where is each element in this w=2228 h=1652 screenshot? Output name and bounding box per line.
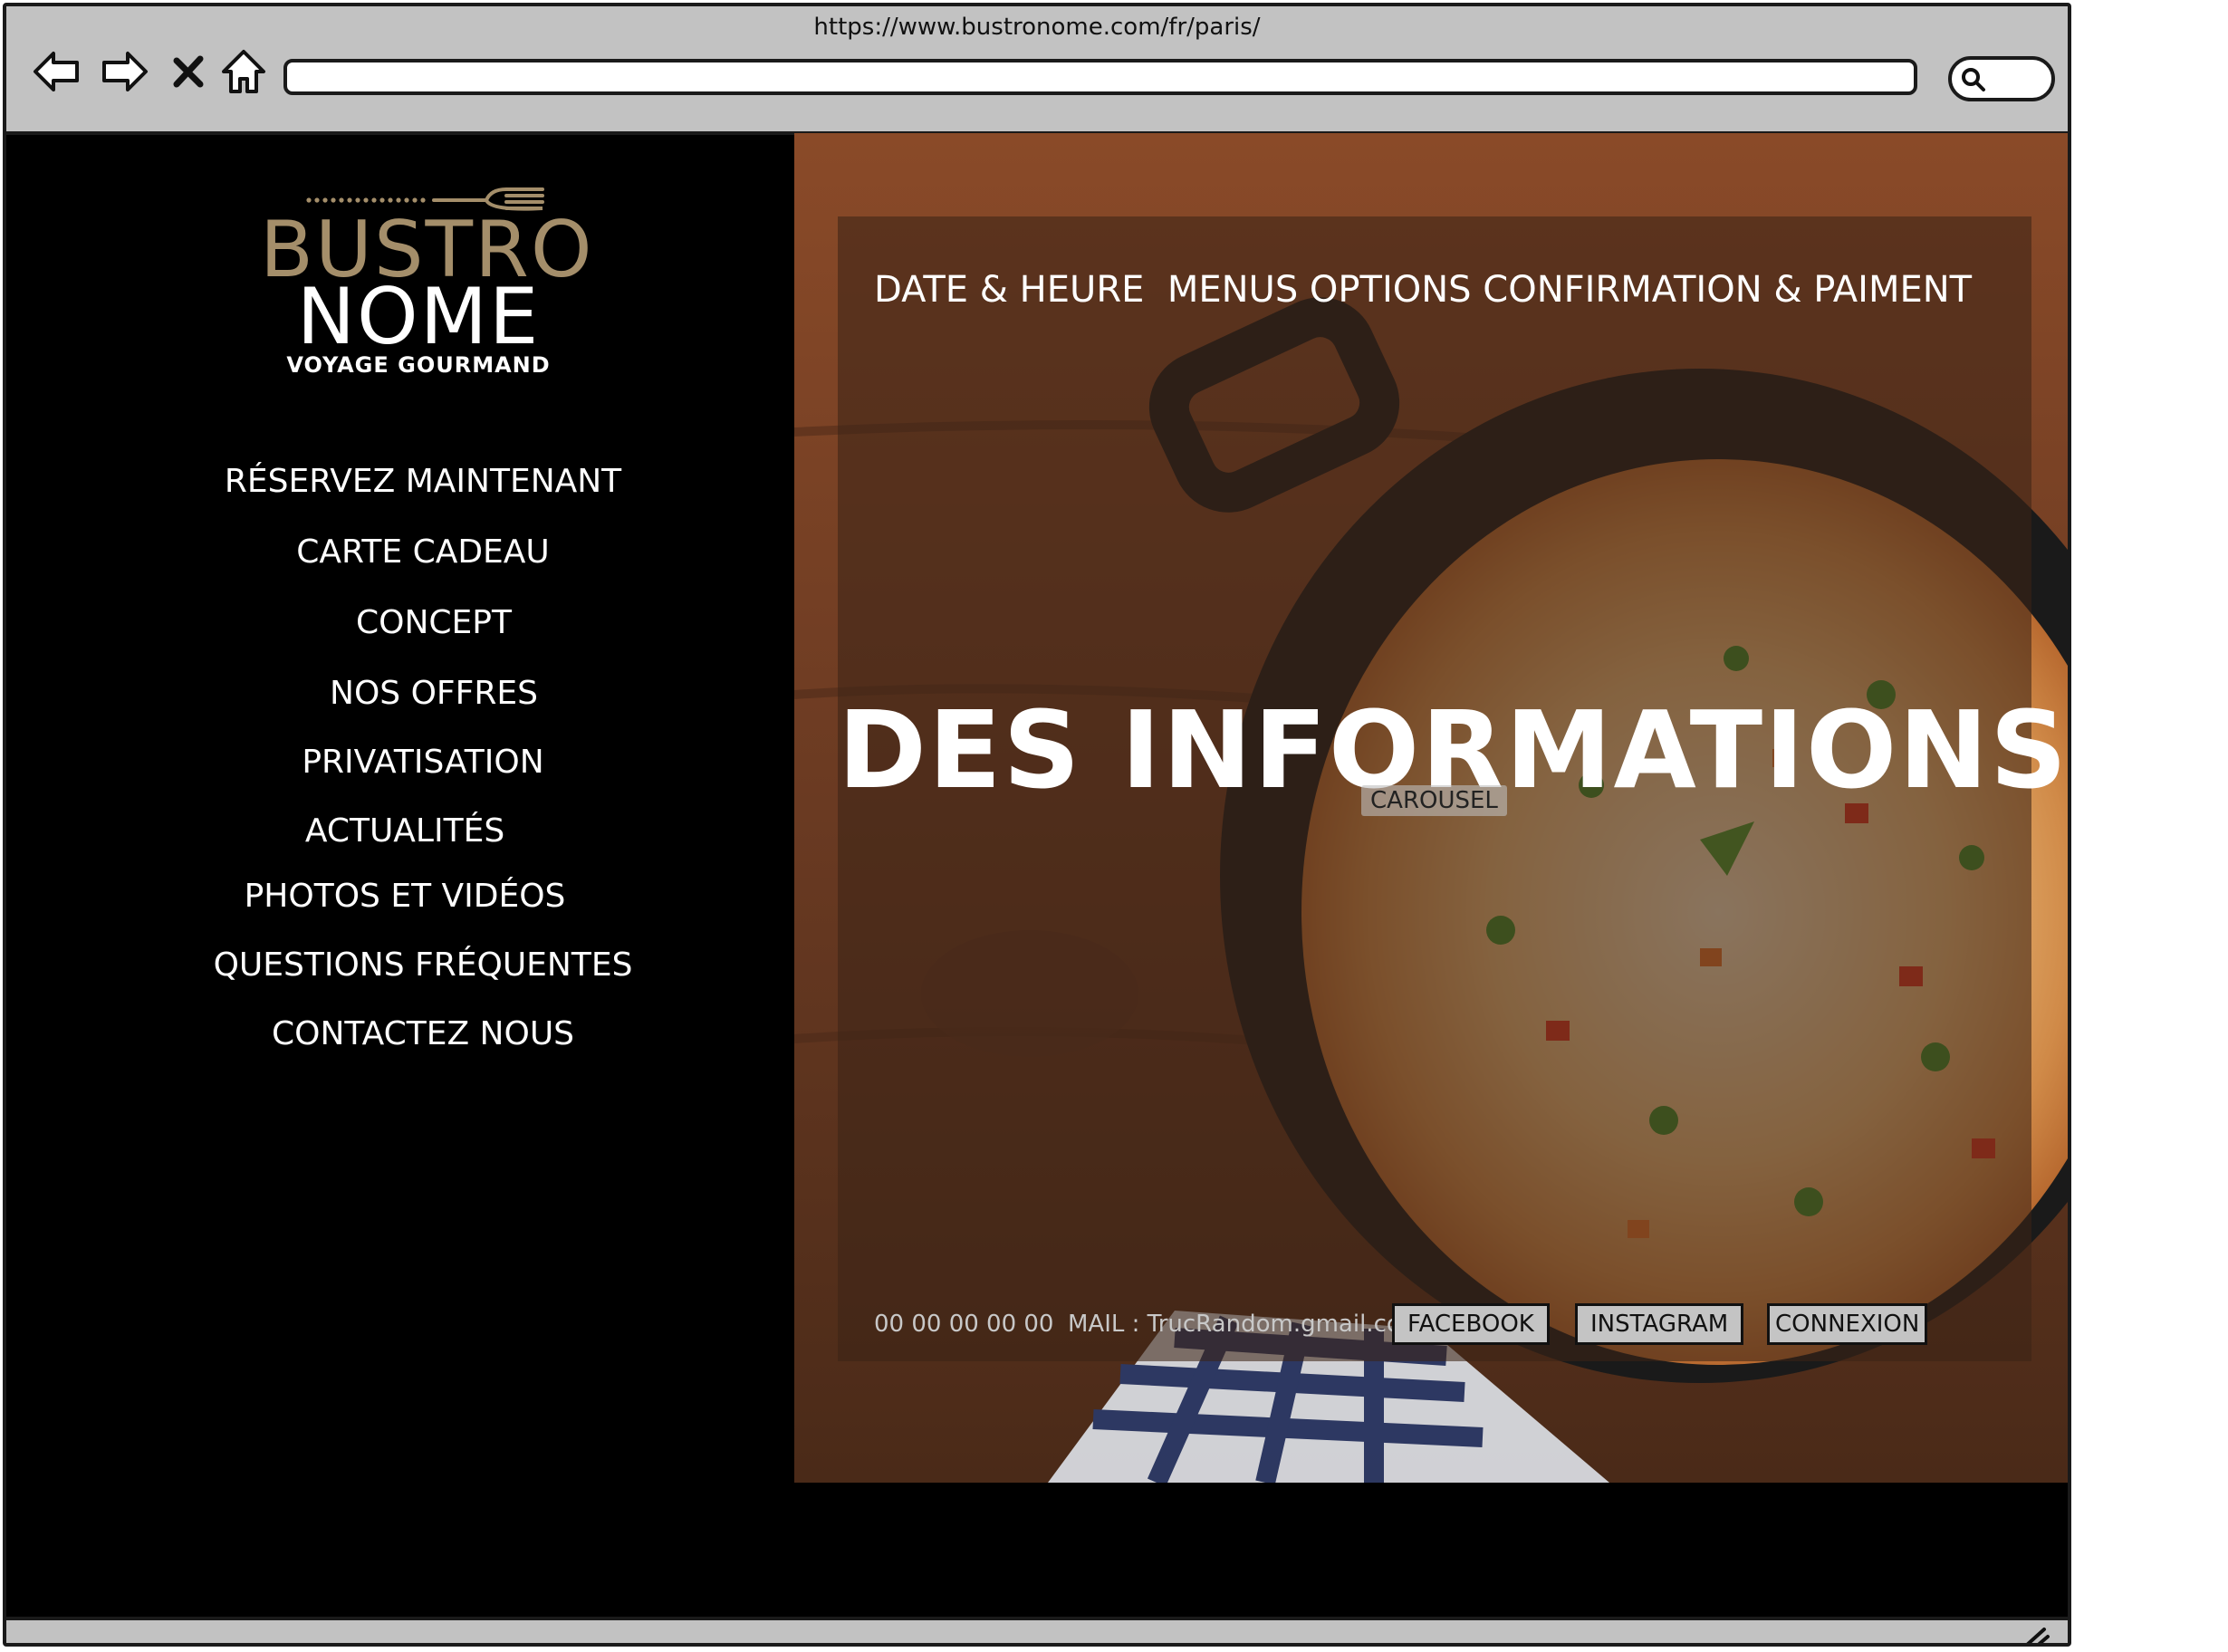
back-arrow-icon[interactable] — [30, 44, 84, 99]
menu-item-carte-cadeau[interactable]: CARTE CADEAU — [296, 533, 550, 571]
connexion-button[interactable]: CONNEXION — [1767, 1303, 1928, 1345]
logo-tagline: VOYAGE GOURMAND — [286, 352, 551, 378]
menu-item-photos-videos[interactable]: PHOTOS ET VIDÉOS — [245, 878, 566, 915]
facebook-button[interactable]: FACEBOOK — [1392, 1303, 1550, 1345]
mail-address: MAIL : TrucRandom.gmail.com — [1068, 1311, 1425, 1338]
menu-item-nos-offres[interactable]: NOS OFFRES — [330, 675, 538, 712]
booking-overlay: DATE & HEURE MENUS OPTIONS CONFIRMATION … — [838, 216, 2067, 1361]
browser-chrome: https://www.bustronome.com/fr/paris/ — [6, 6, 2068, 135]
menu-item-contactez[interactable]: CONTACTEZ NOUS — [272, 1015, 574, 1052]
status-bar — [6, 1617, 2068, 1647]
menu-item-privatisation[interactable]: PRIVATISATION — [302, 744, 543, 781]
close-icon[interactable] — [166, 44, 211, 99]
home-icon[interactable] — [216, 44, 271, 99]
sidebar: BUSTRO NOME VOYAGE GOURMAND RÉSERVEZ MAI… — [6, 135, 794, 1503]
step-options[interactable]: OPTIONS — [1310, 269, 1472, 311]
resize-grip-icon[interactable] — [2019, 1624, 2051, 1647]
logo[interactable]: BUSTRO NOME VOYAGE GOURMAND — [260, 180, 592, 389]
carousel-label: CAROUSEL — [1361, 785, 1507, 816]
step-menus[interactable]: MENUS — [1167, 269, 1298, 311]
url-display[interactable]: https://www.bustronome.com/fr/paris/ — [6, 14, 2068, 41]
step-confirmation[interactable]: CONFIRMATION & PAIMENT — [1483, 269, 1972, 311]
search-icon — [1962, 68, 1985, 91]
menu-item-questions[interactable]: QUESTIONS FRÉQUENTES — [214, 946, 633, 984]
menu-item-reservez[interactable]: RÉSERVEZ MAINTENANT — [225, 463, 621, 500]
browser-window: https://www.bustronome.com/fr/paris/ BUS… — [3, 3, 2071, 1647]
step-date-heure[interactable]: DATE & HEURE — [874, 269, 1144, 311]
forward-arrow-icon[interactable] — [97, 44, 151, 99]
hero-carousel[interactable]: DATE & HEURE MENUS OPTIONS CONFIRMATION … — [794, 133, 2068, 1483]
instagram-button[interactable]: INSTAGRAM — [1575, 1303, 1744, 1345]
menu-item-actualites[interactable]: ACTUALITÉS — [305, 812, 504, 850]
phone-number: 00 00 00 00 00 — [874, 1311, 1054, 1338]
logo-word-nome: NOME — [296, 272, 541, 362]
search-button[interactable] — [1948, 56, 2055, 101]
booking-steps: DATE & HEURE MENUS OPTIONS CONFIRMATION … — [874, 269, 1972, 311]
address-bar[interactable] — [283, 59, 1917, 95]
menu-item-concept[interactable]: CONCEPT — [356, 604, 512, 641]
